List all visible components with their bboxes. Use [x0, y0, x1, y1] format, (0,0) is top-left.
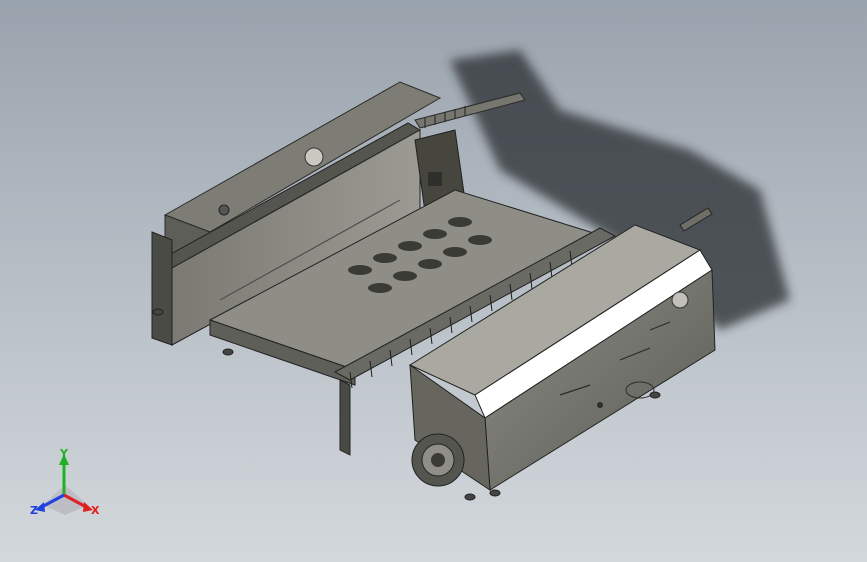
triad-z-label: Z: [30, 504, 38, 517]
graphics-viewport[interactable]: Y X Z: [0, 0, 867, 562]
cad-model-canvas[interactable]: [0, 0, 867, 562]
motor-end-cap: [411, 433, 465, 487]
triad-y-label: Y: [60, 447, 68, 460]
orientation-triad: [35, 454, 93, 515]
triad-x-label: X: [91, 504, 100, 517]
